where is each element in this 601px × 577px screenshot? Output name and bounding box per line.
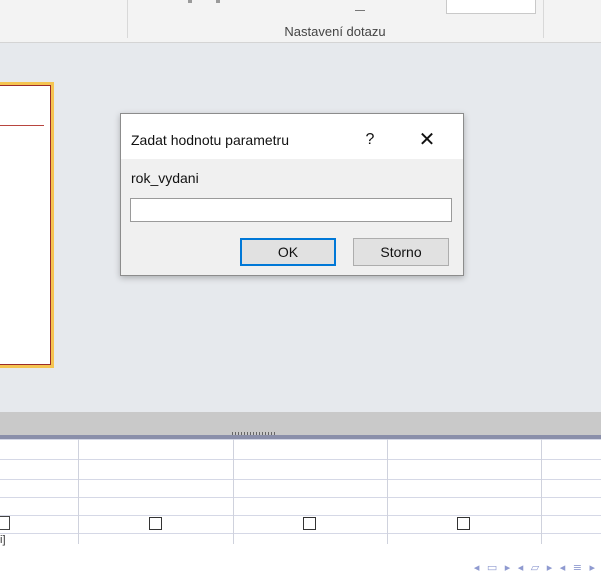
- parameter-dialog: Zadat hodnotu parametru ? ✕ rok_vydani O…: [120, 113, 464, 276]
- ribbon-field[interactable]: [446, 0, 536, 14]
- dialog-titlebar[interactable]: Zadat hodnotu parametru ? ✕: [121, 114, 463, 159]
- ok-button[interactable]: OK: [240, 238, 336, 266]
- ribbon-group-separator: [543, 0, 544, 38]
- bottom-nav-bar: ◂ ▭ ▸ ◂ ▱ ▸ ◂ ≡ ▸: [0, 559, 601, 577]
- parameter-value-input[interactable]: [130, 198, 452, 222]
- parameter-prompt-label: rok_vydani: [131, 170, 199, 186]
- query-design-grid: i]: [0, 439, 601, 559]
- criteria-cell-text: i]: [0, 534, 6, 546]
- ribbon-group-label: Nastavení dotazu: [284, 24, 386, 39]
- ribbon: Nastavení dotazu: [0, 0, 601, 43]
- ribbon-fragment: [216, 0, 220, 3]
- grid-row-line: [0, 439, 601, 440]
- close-icon[interactable]: ✕: [414, 127, 440, 153]
- grid-column-line: [541, 439, 542, 544]
- ribbon-fragment: [188, 0, 192, 3]
- grid-column-line: [78, 439, 79, 544]
- grid-row-line: [0, 533, 601, 534]
- grid-row-line: [0, 479, 601, 480]
- query-table-box[interactable]: [0, 82, 54, 368]
- pane-splitter[interactable]: [0, 412, 601, 435]
- grid-row-line: [0, 459, 601, 460]
- show-checkbox[interactable]: [0, 516, 10, 530]
- grid-column-line: [387, 439, 388, 544]
- nav-arrows-icon[interactable]: ◂ ▭ ▸ ◂ ▱ ▸ ◂ ≡ ▸: [474, 561, 597, 574]
- grid-row-line: [0, 497, 601, 498]
- table-header-divider: [0, 125, 44, 126]
- help-icon[interactable]: ?: [357, 127, 383, 153]
- show-checkbox[interactable]: [149, 517, 162, 530]
- grid-row-line: [0, 515, 601, 516]
- dialog-title: Zadat hodnotu parametru: [131, 132, 289, 148]
- grid-column-line: [233, 439, 234, 544]
- show-checkbox[interactable]: [457, 517, 470, 530]
- show-checkbox[interactable]: [303, 517, 316, 530]
- ribbon-fragment: [355, 10, 365, 11]
- ribbon-group-separator: [127, 0, 128, 38]
- cancel-button[interactable]: Storno: [353, 238, 449, 266]
